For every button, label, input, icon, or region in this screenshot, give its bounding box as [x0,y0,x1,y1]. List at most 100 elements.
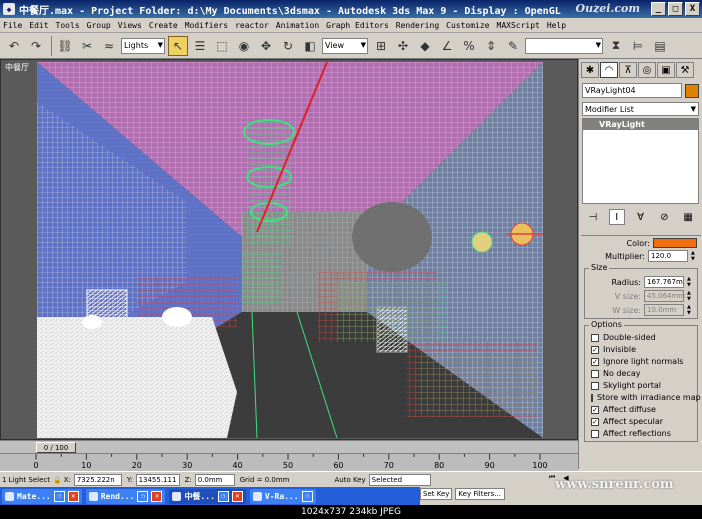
checkbox[interactable] [591,381,599,390]
pivot-center-icon[interactable]: ⊞ [371,36,391,56]
checkbox-checked[interactable]: ✓ [591,405,599,414]
object-name-input[interactable]: VRayLight04 [582,83,682,98]
select-by-name-icon[interactable]: ☰ [190,36,210,56]
rectangle-selection-icon[interactable]: ⬚ [212,36,232,56]
key-mode-dropdown[interactable]: Selected [368,473,431,486]
modifier-stack[interactable]: VRayLight [582,118,699,204]
option-no-decay[interactable]: No decay [591,369,697,378]
reference-coord-dropdown[interactable]: View [322,37,368,54]
selection-filter-dropdown[interactable]: Lights [121,37,165,54]
named-selection-icon[interactable]: ✎ [503,36,523,56]
restore-icon[interactable]: ❐ [137,490,149,502]
select-link-icon[interactable]: ⛓ [55,36,75,56]
maximize-button[interactable]: □ [668,2,683,16]
layer-manager-icon[interactable]: ▤ [650,36,670,56]
close-icon[interactable]: ✕ [67,490,79,502]
undo-icon[interactable]: ↶ [4,36,24,56]
modify-tab-icon[interactable]: ◠ [600,62,618,78]
menu-customize[interactable]: Customize [446,21,489,30]
menu-tools[interactable]: Tools [56,21,80,30]
checkbox-checked[interactable]: ✓ [591,345,599,354]
select-manipulate-icon[interactable]: ✣ [393,36,413,56]
option-ignore-light-normals[interactable]: ✓ Ignore light normals [591,357,697,366]
checkbox[interactable] [591,369,599,378]
radius-input[interactable]: 167.767m [644,276,684,288]
menu-create[interactable]: Create [149,21,178,30]
multiplier-input[interactable]: 120.0 [648,250,688,262]
time-slider[interactable]: 0 / 100 [0,440,578,453]
configure-sets-icon[interactable]: ▦ [680,209,696,225]
menu-modifiers[interactable]: Modifiers [185,21,228,30]
close-icon[interactable]: ✕ [151,490,163,502]
menu-views[interactable]: Views [118,21,142,30]
option-affect-reflections[interactable]: Affect reflections [591,429,697,438]
pin-stack-icon[interactable]: ⊣ [585,209,601,225]
menu-maxscript[interactable]: MAXScript [497,21,540,30]
option-affect-specular[interactable]: ✓ Affect specular [591,417,697,426]
move-icon[interactable]: ✥ [256,36,276,56]
unlink-icon[interactable]: ✂ [77,36,97,56]
option-store-with-irradiance-map[interactable]: Store with irradiance map [591,393,701,402]
taskbar-material-editor[interactable]: Mate... ❐ ✕ [2,488,82,504]
restore-icon[interactable]: ❐ [53,490,65,502]
option-invisible[interactable]: ✓ Invisible [591,345,697,354]
mirror-icon[interactable]: ⧗ [606,36,626,56]
viewport-label[interactable]: 中餐厅 [5,62,29,73]
bind-space-warp-icon[interactable]: ≈ [99,36,119,56]
option-double-sided[interactable]: Double-sided [591,333,697,342]
close-button[interactable]: X [685,2,700,16]
display-tab-icon[interactable]: ▣ [657,62,675,78]
menu-help[interactable]: Help [547,21,566,30]
lock-selection-icon[interactable]: 🔒 [53,476,62,484]
align-icon[interactable]: ⊨ [628,36,648,56]
radius-spinner-icon[interactable]: ▲ ▼ [687,276,693,288]
close-icon[interactable]: ✕ [231,490,243,502]
taskbar-render[interactable]: Rend... ❐ ✕ [85,488,166,504]
multiplier-spinner-icon[interactable]: ▲ ▼ [691,250,697,262]
z-coordinate-input[interactable]: 0.0mm [194,473,235,486]
make-unique-icon[interactable]: ∀ [633,209,649,225]
snap-toggle-icon[interactable]: ◆ [415,36,435,56]
checkbox-checked[interactable]: ✓ [591,417,599,426]
redo-icon[interactable]: ↷ [26,36,46,56]
stack-item-vraylight[interactable]: VRayLight [583,119,698,130]
create-tab-icon[interactable]: ✱ [581,62,599,78]
perspective-viewport[interactable]: 中餐厅 [0,59,578,440]
checkbox[interactable] [591,393,593,402]
rotate-icon[interactable]: ↻ [278,36,298,56]
minimize-button[interactable]: _ [651,2,666,16]
y-coordinate-input[interactable]: 13455.111 [135,473,180,486]
taskbar-vray[interactable]: V-Ra... ❐ [249,488,316,504]
utilities-tab-icon[interactable]: ⚒ [676,62,694,78]
checkbox[interactable] [591,333,599,342]
show-end-result-icon[interactable]: I [608,209,625,225]
viewport-scene[interactable] [37,62,543,438]
menu-graph-editors[interactable]: Graph Editors [326,21,389,30]
menu-file[interactable]: File [3,21,22,30]
track-bar[interactable]: 0 10 20 30 40 50 60 70 80 90 100 [0,453,578,471]
restore-icon[interactable]: ❐ [301,490,313,502]
named-selection-dropdown[interactable] [525,37,603,54]
hierarchy-tab-icon[interactable]: ⊼ [619,62,637,78]
scale-icon[interactable]: ◧ [300,36,320,56]
key-filters-button[interactable]: Key Filters... [455,488,506,500]
percent-snap-icon[interactable]: % [459,36,479,56]
time-slider-thumb[interactable]: 0 / 100 [36,442,76,453]
option-affect-diffuse[interactable]: ✓ Affect diffuse [591,405,697,414]
menu-reactor[interactable]: reactor [235,21,269,30]
spinner-snap-icon[interactable]: ⇕ [481,36,501,56]
option-skylight-portal[interactable]: Skylight portal [591,381,697,390]
object-color-swatch[interactable] [685,83,699,98]
menu-animation[interactable]: Animation [276,21,319,30]
taskbar-scene[interactable]: 中餐... ❐ ✕ [169,488,246,504]
x-coordinate-input[interactable]: 7325.222n [73,473,122,486]
select-object-icon[interactable]: ↖ [168,35,188,56]
restore-icon[interactable]: ❐ [217,490,229,502]
remove-modifier-icon[interactable]: ⊘ [656,209,672,225]
light-color-swatch[interactable] [653,238,697,248]
menu-group[interactable]: Group [87,21,111,30]
auto-key-button[interactable]: Auto Key [335,476,366,484]
modifier-list-dropdown[interactable]: Modifier List [582,102,699,116]
checkbox[interactable] [591,429,599,438]
menu-edit[interactable]: Edit [29,21,48,30]
